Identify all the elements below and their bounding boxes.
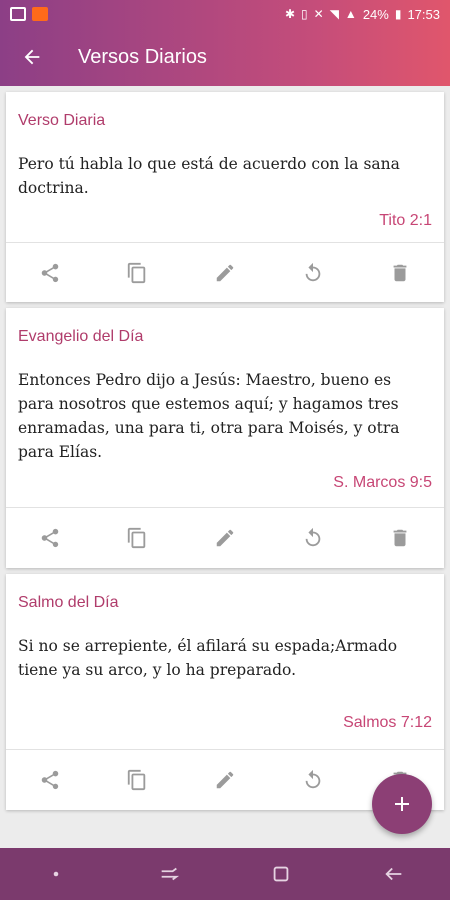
refresh-icon [305, 527, 320, 547]
card-reference: S. Marcos 9:5 [333, 474, 432, 491]
copy-icon [128, 262, 146, 284]
page-title: Versos Diarios [78, 45, 207, 68]
edit-icon [216, 771, 234, 789]
signal-icon: ▲ [344, 7, 357, 21]
delete-icon [393, 529, 407, 547]
refresh-icon [305, 769, 320, 789]
copy-icon [128, 769, 146, 791]
card-title: Evangelio del Día [18, 328, 144, 345]
system-nav-bar [0, 848, 450, 900]
nav-dot-button[interactable] [26, 848, 86, 900]
card-reference: Salmos 7:12 [343, 714, 432, 731]
share-button[interactable] [6, 508, 94, 568]
vibrate-icon: ▯ [301, 7, 308, 21]
delete-icon [393, 264, 407, 282]
card-text: Entonces Pedro dijo a Jesús: Maestro, bu… [18, 371, 400, 461]
app-bar: Versos Diarios [0, 28, 450, 86]
battery-level: 24% [362, 6, 389, 22]
plus-icon [395, 797, 409, 811]
card-text: Pero tú habla lo que está de acuerdo con… [18, 155, 400, 197]
refresh-button[interactable] [269, 750, 357, 810]
delete-button[interactable] [356, 243, 444, 303]
verse-card-psalm: Salmo del Día Si no se arrepiente, él af… [6, 574, 444, 810]
bluetooth-icon: ✱ [284, 7, 296, 21]
verse-list[interactable]: Verso Diaria Pero tú habla lo que está d… [0, 86, 450, 848]
mute-icon: ✕ [313, 7, 324, 21]
recent-apps-button[interactable] [139, 848, 199, 900]
back-button[interactable] [0, 28, 64, 86]
copy-button[interactable] [94, 508, 182, 568]
edit-icon [216, 264, 234, 282]
refresh-button[interactable] [269, 508, 357, 568]
edit-button[interactable] [181, 508, 269, 568]
refresh-button[interactable] [269, 243, 357, 303]
add-verse-button[interactable] [372, 774, 432, 834]
verse-card-gospel: Evangelio del Día Entonces Pedro dijo a … [6, 308, 444, 568]
edit-icon [216, 529, 234, 547]
dot-icon [53, 871, 59, 877]
edit-button[interactable] [181, 750, 269, 810]
wifi-icon: ◥ [329, 7, 339, 21]
card-text: Si no se arrepiente, él afilará su espad… [18, 637, 398, 679]
share-button[interactable] [6, 750, 94, 810]
home-button[interactable] [251, 848, 311, 900]
gallery-notification-icon [10, 7, 26, 21]
battery-icon: ▮ [394, 7, 402, 21]
card-actions [6, 243, 444, 303]
share-icon [41, 263, 59, 283]
refresh-icon [305, 262, 320, 282]
app-notification-icon [32, 7, 48, 21]
delete-button[interactable] [356, 508, 444, 568]
edit-button[interactable] [181, 243, 269, 303]
home-icon [273, 866, 289, 882]
card-reference: Tito 2:1 [379, 212, 432, 229]
back-icon [385, 867, 402, 881]
status-time: 17:53 [407, 6, 440, 22]
copy-button[interactable] [94, 750, 182, 810]
card-actions [6, 508, 444, 568]
card-title: Salmo del Día [18, 594, 119, 611]
system-back-button[interactable] [364, 848, 424, 900]
copy-icon [128, 527, 146, 549]
verse-card-daily: Verso Diaria Pero tú habla lo que está d… [6, 92, 444, 302]
card-title: Verso Diaria [18, 112, 106, 129]
recent-apps-icon [161, 867, 179, 881]
arrow-back-icon [24, 49, 40, 65]
status-bar: ✱ ▯ ✕ ◥ ▲ 24% ▮ 17:53 [0, 0, 450, 28]
copy-button[interactable] [94, 243, 182, 303]
share-icon [41, 770, 59, 790]
share-button[interactable] [6, 243, 94, 303]
share-icon [41, 528, 59, 548]
